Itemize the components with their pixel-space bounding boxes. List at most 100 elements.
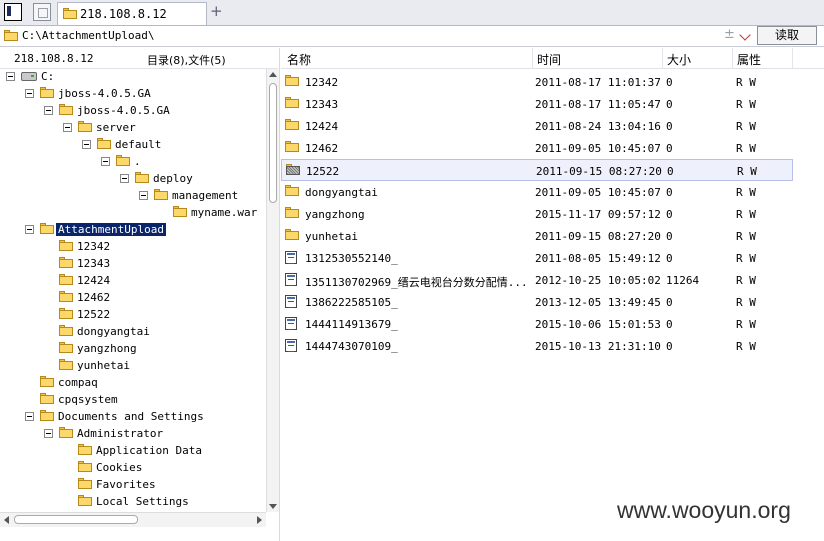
collapse-icon[interactable] bbox=[139, 191, 148, 200]
folder-icon bbox=[59, 240, 73, 251]
file-time: 2011-08-24 13:04:16 bbox=[535, 120, 661, 133]
collapse-icon[interactable] bbox=[44, 429, 53, 438]
address-input[interactable]: C:\AttachmentUpload\ bbox=[22, 29, 154, 42]
collapse-icon[interactable] bbox=[120, 174, 129, 183]
folder-icon bbox=[78, 478, 92, 489]
collapse-icon[interactable] bbox=[25, 89, 34, 98]
folder-icon bbox=[40, 376, 54, 387]
collapse-icon[interactable] bbox=[82, 140, 91, 149]
add-tab-button[interactable]: + bbox=[210, 2, 223, 20]
collapse-icon[interactable] bbox=[101, 157, 110, 166]
file-row[interactable]: 12343 2011-08-17 11:05:47 0 R W bbox=[281, 93, 793, 115]
read-button[interactable]: 读取 bbox=[757, 26, 817, 45]
scroll-down-icon[interactable] bbox=[269, 504, 277, 509]
column-attr[interactable]: 属性 bbox=[737, 51, 761, 68]
file-size: 0 bbox=[666, 340, 673, 353]
scroll-thumb[interactable] bbox=[269, 83, 277, 203]
file-name: yunhetai bbox=[305, 230, 358, 243]
file-attr: R W bbox=[736, 142, 756, 155]
scroll-thumb[interactable] bbox=[14, 515, 138, 524]
chevron-down-icon[interactable] bbox=[739, 29, 751, 41]
tree-vertical-scrollbar[interactable] bbox=[266, 69, 279, 512]
collapse-icon[interactable] bbox=[25, 225, 34, 234]
folder-icon bbox=[59, 104, 73, 115]
file-row[interactable]: 12462 2011-09-05 10:45:07 0 R W bbox=[281, 137, 793, 159]
file-attr: R W bbox=[736, 120, 756, 133]
scroll-up-icon[interactable] bbox=[269, 72, 277, 77]
column-time[interactable]: 时间 bbox=[537, 51, 561, 68]
tree-node-label: yangzhong bbox=[77, 342, 137, 355]
collapse-icon[interactable] bbox=[6, 72, 15, 81]
file-size: 0 bbox=[666, 318, 673, 331]
tree-node-label: 12342 bbox=[77, 240, 111, 253]
folder-icon bbox=[285, 229, 299, 240]
file-row[interactable]: 1386222585105_ 2013-12-05 13:49:45 0 R W bbox=[281, 291, 793, 313]
file-row[interactable]: 12424 2011-08-24 13:04:16 0 R W bbox=[281, 115, 793, 137]
column-divider[interactable] bbox=[662, 48, 663, 68]
folder-icon bbox=[40, 87, 54, 98]
file-time: 2015-10-13 21:31:10 bbox=[535, 340, 661, 353]
folder-icon bbox=[173, 206, 187, 217]
tree-node-label: . bbox=[134, 155, 141, 168]
folder-icon bbox=[59, 359, 73, 370]
column-divider[interactable] bbox=[532, 48, 533, 68]
column-name[interactable]: 名称 bbox=[287, 51, 311, 68]
scroll-left-icon[interactable] bbox=[4, 516, 9, 524]
file-row[interactable]: 1351130702969_缙云电视台分数分配情... 2012-10-25 10… bbox=[281, 269, 793, 291]
file-name: 12342 bbox=[305, 76, 339, 89]
folder-icon bbox=[59, 342, 73, 353]
tree-node-label: yunhetai bbox=[77, 359, 130, 372]
file-row[interactable]: 1312530552140_ 2011-08-05 15:49:12 0 R W bbox=[281, 247, 793, 269]
drive-icon bbox=[21, 70, 37, 81]
file-row[interactable]: 12522 2011-09-15 08:27:20 0 R W bbox=[281, 159, 793, 181]
tree-node-label: 12522 bbox=[77, 308, 111, 321]
column-divider[interactable] bbox=[792, 48, 793, 68]
collapse-icon[interactable] bbox=[25, 412, 34, 421]
file-attr: R W bbox=[736, 340, 756, 353]
tab-strip: 218.108.8.12 + bbox=[0, 0, 824, 26]
file-attr: R W bbox=[737, 165, 757, 178]
tree-node-label: deploy bbox=[153, 172, 193, 185]
collapse-icon[interactable] bbox=[44, 106, 53, 115]
file-time: 2015-11-17 09:57:12 bbox=[535, 208, 661, 221]
folder-icon bbox=[40, 223, 54, 234]
scroll-right-icon[interactable] bbox=[257, 516, 262, 524]
file-icon bbox=[285, 295, 297, 308]
pane-splitter[interactable] bbox=[279, 48, 280, 541]
file-row[interactable]: 12342 2011-08-17 11:01:37 0 R W bbox=[281, 71, 793, 93]
file-row[interactable]: yunhetai 2011-09-15 08:27:20 0 R W bbox=[281, 225, 793, 247]
file-list-header: 名称 时间 大小 属性 bbox=[281, 48, 824, 69]
tab-host[interactable]: 218.108.8.12 bbox=[57, 2, 207, 25]
collapse-icon[interactable] bbox=[63, 123, 72, 132]
file-row[interactable]: 1444743070109_ 2015-10-13 21:31:10 0 R W bbox=[281, 335, 793, 357]
file-time: 2011-09-15 08:27:20 bbox=[535, 230, 661, 243]
column-size[interactable]: 大小 bbox=[667, 51, 691, 68]
folder-icon bbox=[285, 119, 299, 130]
file-attr: R W bbox=[736, 230, 756, 243]
file-row[interactable]: 1444114913679_ 2015-10-06 15:01:53 0 R W bbox=[281, 313, 793, 335]
file-time: 2011-08-17 11:05:47 bbox=[535, 98, 661, 111]
folder-icon bbox=[63, 8, 77, 19]
file-size: 0 bbox=[667, 165, 674, 178]
file-row[interactable]: yangzhong 2015-11-17 09:57:12 0 R W bbox=[281, 203, 793, 225]
folder-icon bbox=[285, 97, 299, 108]
address-bar: C:\AttachmentUpload\ ± 读取 bbox=[0, 26, 824, 47]
file-name: 1351130702969_缙云电视台分数分配情... bbox=[305, 276, 528, 289]
file-row[interactable]: dongyangtai 2011-09-05 10:45:07 0 R W bbox=[281, 181, 793, 203]
bookmark-add-icon[interactable]: ± bbox=[724, 27, 735, 42]
file-time: 2012-10-25 10:05:02 bbox=[535, 274, 661, 287]
file-attr: R W bbox=[736, 186, 756, 199]
tree-horizontal-scrollbar[interactable] bbox=[0, 512, 266, 527]
file-name: 12343 bbox=[305, 98, 339, 111]
folder-icon bbox=[285, 141, 299, 152]
window-icon[interactable] bbox=[33, 3, 51, 21]
tab-label: 218.108.8.12 bbox=[80, 7, 167, 21]
folder-icon bbox=[97, 138, 111, 149]
tree-header: 218.108.8.12 目录(8),文件(5) bbox=[0, 48, 278, 69]
column-divider[interactable] bbox=[732, 48, 733, 68]
folder-icon bbox=[286, 164, 300, 175]
file-attr: R W bbox=[736, 76, 756, 89]
panel-toggle-icon[interactable] bbox=[4, 3, 22, 21]
tree-node-label: management bbox=[172, 189, 239, 202]
tree-node-label: jboss-4.0.5.GA bbox=[58, 87, 151, 100]
